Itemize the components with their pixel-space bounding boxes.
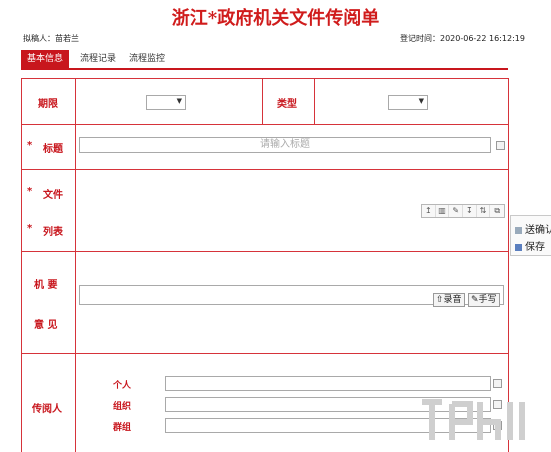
edit-icon[interactable]: ✎ xyxy=(449,205,464,217)
delete-icon[interactable]: ▥ xyxy=(436,205,450,217)
required-mark: * xyxy=(27,223,33,234)
tab-flow-monitor[interactable]: 流程监控 xyxy=(129,50,165,69)
person-label: 个人 xyxy=(113,381,132,391)
record-button-label: 录音 xyxy=(443,295,462,305)
row-divider xyxy=(22,353,508,354)
send-confirm-label: 送确认 xyxy=(525,225,551,236)
opinion-label-top: 机 要 xyxy=(34,280,58,291)
row-divider xyxy=(22,124,508,125)
row-divider xyxy=(22,169,508,170)
page-title: 浙江*政府机关文件传阅单 xyxy=(171,8,380,29)
tab-flow-record[interactable]: 流程记录 xyxy=(80,50,116,69)
checkbox-icon[interactable] xyxy=(496,141,505,150)
period-select[interactable]: ▼ xyxy=(146,95,186,110)
tab-underline xyxy=(21,68,508,70)
save-icon xyxy=(515,243,522,251)
send-icon xyxy=(515,226,522,234)
type-select[interactable]: ▼ xyxy=(388,95,428,110)
required-mark: * xyxy=(27,140,33,151)
title-label: 标题 xyxy=(43,144,63,155)
upload-icon[interactable]: ↥ xyxy=(422,205,436,217)
title-input[interactable]: 请输入标题 xyxy=(79,137,491,153)
list-label: 列表 xyxy=(43,227,63,238)
file-label: 文件 xyxy=(43,190,63,201)
required-mark: * xyxy=(27,186,33,197)
group-label: 群组 xyxy=(113,423,132,433)
register-time: 登记时间：2020-06-22 16:12:19 xyxy=(400,34,525,43)
chevron-down-icon: ▼ xyxy=(176,97,182,105)
column-divider xyxy=(262,79,263,124)
site-watermark xyxy=(418,392,548,447)
open-external-icon[interactable]: ⧉ xyxy=(490,205,504,217)
file-toolbar: ↥ ▥ ✎ ↧ ⇅ ⧉ xyxy=(421,204,505,218)
send-confirm-button[interactable]: 送确认 xyxy=(515,221,551,236)
column-divider xyxy=(75,79,76,452)
record-button[interactable]: ⇧录音 xyxy=(433,293,465,307)
period-label: 期限 xyxy=(38,99,58,110)
opinion-label-bottom: 意 见 xyxy=(34,320,58,331)
save-button[interactable]: 保存 xyxy=(515,238,545,253)
person-picker-icon[interactable] xyxy=(493,379,502,388)
chevron-down-icon: ▼ xyxy=(418,97,424,105)
side-action-panel: 送确认 保存 xyxy=(510,215,551,256)
save-label: 保存 xyxy=(525,242,545,253)
move-icon[interactable]: ⇅ xyxy=(477,205,491,217)
handwrite-button[interactable]: ✎手写 xyxy=(468,293,500,307)
org-label: 组织 xyxy=(113,402,132,412)
pen-icon: ✎ xyxy=(471,295,479,305)
row-divider xyxy=(22,251,508,252)
readers-label: 传阅人 xyxy=(32,404,62,415)
tab-basic-info[interactable]: 基本信息 xyxy=(21,50,70,69)
download-icon[interactable]: ↧ xyxy=(463,205,477,217)
drafter-info: 拟稿人：苗若兰 xyxy=(23,34,79,43)
watermark-logo-icon xyxy=(422,399,525,440)
handwrite-button-label: 手写 xyxy=(478,295,497,305)
person-input[interactable] xyxy=(165,376,491,391)
tab-bar: 基本信息 流程记录 流程监控 xyxy=(21,50,508,69)
column-divider xyxy=(314,79,315,124)
microphone-icon: ⇧ xyxy=(436,295,444,305)
type-label: 类型 xyxy=(277,99,297,110)
